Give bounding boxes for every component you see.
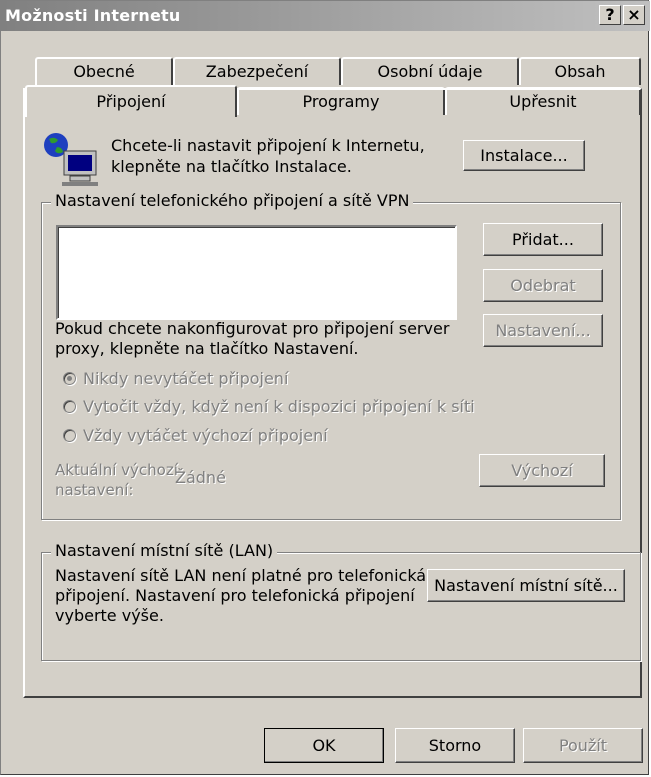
- lan-settings-button[interactable]: Nastavení místní sítě...: [427, 569, 625, 602]
- close-button[interactable]: ×: [623, 5, 645, 25]
- computer-globe-icon: [44, 133, 98, 186]
- internet-options-dialog: Možnosti Internetu ? × Obecné Zabezpečen…: [0, 0, 650, 775]
- radio-never-dial[interactable]: [63, 372, 76, 385]
- default-setting-label-line2: nastavení:: [55, 481, 134, 499]
- lan-text-line2: připojení. Nastavení pro telefonická při…: [55, 586, 415, 605]
- tab-obecne[interactable]: Obecné: [35, 57, 173, 85]
- default-setting-label-line1: Aktuální výchozí: [55, 461, 178, 479]
- lan-text-line3: vyberte výše.: [55, 606, 164, 625]
- radio-never-dial-label: Nikdy nevytáčet připojení: [83, 369, 289, 388]
- ok-button[interactable]: OK: [264, 728, 384, 763]
- add-button[interactable]: Přidat...: [483, 223, 603, 256]
- lan-text-line1: Nastavení sítě LAN není platné pro telef…: [55, 566, 427, 585]
- install-button[interactable]: Instalace...: [463, 140, 585, 171]
- tab-osobni-udaje[interactable]: Osobní údaje: [341, 57, 519, 85]
- radio-always-dial-default-label: Vždy vytáčet výchozí připojení: [83, 426, 328, 445]
- tab-obsah[interactable]: Obsah: [519, 57, 641, 85]
- setup-text-line2: klepněte na tlačítko Instalace.: [111, 157, 352, 176]
- tab-zabezpeceni[interactable]: Zabezpečení: [173, 57, 341, 85]
- setup-text-line1: Chcete-li nastavit připojení k Internetu…: [111, 136, 425, 155]
- connections-list[interactable]: [56, 225, 457, 320]
- proxy-text-line1: Pokud chcete nakonfigurovat pro připojen…: [55, 319, 450, 338]
- default-button[interactable]: Výchozí: [479, 454, 605, 487]
- radio-dial-when-no-network[interactable]: [63, 400, 76, 413]
- apply-button[interactable]: Použít: [523, 728, 643, 763]
- radio-dial-when-no-network-label: Vytočit vždy, když není k dispozici přip…: [83, 397, 475, 416]
- remove-button[interactable]: Odebrat: [483, 269, 603, 302]
- proxy-text-line2: proxy, klepněte na tlačítko Nastavení.: [55, 339, 359, 358]
- lan-group-title: Nastavení místní sítě (LAN): [51, 541, 278, 561]
- radio-always-dial-default[interactable]: [63, 429, 76, 442]
- window-title: Možnosti Internetu: [5, 6, 181, 25]
- tab-pripojeni[interactable]: Připojení: [25, 85, 237, 117]
- cancel-button[interactable]: Storno: [395, 728, 515, 763]
- dialup-group-title: Nastavení telefonického připojení a sítě…: [51, 191, 414, 211]
- settings-button[interactable]: Nastavení...: [483, 314, 603, 347]
- default-setting-value: Žádné: [175, 468, 226, 487]
- title-bar[interactable]: Možnosti Internetu ? ×: [1, 1, 650, 31]
- help-button[interactable]: ?: [599, 5, 621, 25]
